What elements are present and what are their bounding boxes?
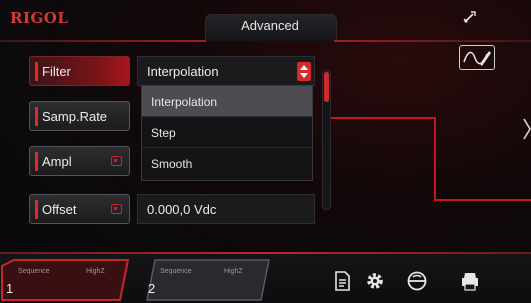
printer-icon[interactable] — [459, 270, 481, 292]
samp-rate-accent — [35, 107, 38, 126]
dropdown-option-step[interactable]: Step — [142, 117, 312, 148]
network-icon[interactable] — [406, 270, 428, 292]
channel-2-tab[interactable]: Sequence HighZ 2 — [148, 261, 273, 299]
unit-toggle-icon — [111, 156, 122, 166]
channel-1-tab[interactable]: Sequence HighZ 1 — [6, 261, 131, 299]
channel-2-mode: Sequence — [160, 268, 192, 275]
offset-accent — [35, 200, 38, 219]
chevron-right-icon[interactable] — [523, 117, 531, 141]
offset-button[interactable]: Offset — [29, 194, 130, 224]
bottom-divider — [0, 252, 531, 254]
settings-gear-icon[interactable] — [364, 270, 386, 292]
waveform-edit-icon[interactable] — [459, 45, 495, 70]
offset-value: 0.000,0 Vdc — [147, 202, 217, 217]
ampl-label: Ampl — [42, 154, 72, 169]
samp-rate-label: Samp.Rate — [42, 109, 108, 124]
filter-select[interactable]: Interpolation — [137, 56, 315, 86]
filter-button[interactable]: Filter — [29, 56, 130, 86]
dropdown-option-label: Step — [151, 126, 176, 140]
offset-value-field[interactable]: 0.000,0 Vdc — [137, 194, 315, 224]
samp-rate-button[interactable]: Samp.Rate — [29, 101, 130, 131]
filter-accent — [35, 62, 38, 81]
filter-dropdown: Interpolation Step Smooth — [141, 85, 313, 181]
channel-2-number: 2 — [148, 281, 156, 296]
unit-toggle-icon — [111, 204, 122, 214]
scrollbar-thumb[interactable] — [324, 72, 329, 102]
filter-label: Filter — [42, 64, 71, 79]
dropdown-option-label: Smooth — [151, 157, 193, 171]
document-icon[interactable] — [331, 270, 353, 292]
channel-1-number: 1 — [6, 281, 14, 296]
channel-1-load: HighZ — [86, 268, 105, 275]
ampl-button[interactable]: Ampl — [29, 146, 130, 176]
screen: RIGOL Advanced Filter Interpolation Samp… — [0, 0, 531, 303]
channel-1-mode: Sequence — [18, 268, 50, 275]
up-down-arrows-icon[interactable] — [297, 62, 311, 81]
dropdown-option-smooth[interactable]: Smooth — [142, 148, 312, 179]
ampl-accent — [35, 152, 38, 171]
dropdown-option-label: Interpolation — [151, 95, 218, 109]
waveform-edit-glyph — [463, 51, 491, 66]
channel-2-load: HighZ — [224, 268, 243, 275]
offset-label: Offset — [42, 202, 77, 217]
dropdown-option-interpolation[interactable]: Interpolation — [142, 86, 312, 117]
filter-value: Interpolation — [147, 64, 219, 79]
